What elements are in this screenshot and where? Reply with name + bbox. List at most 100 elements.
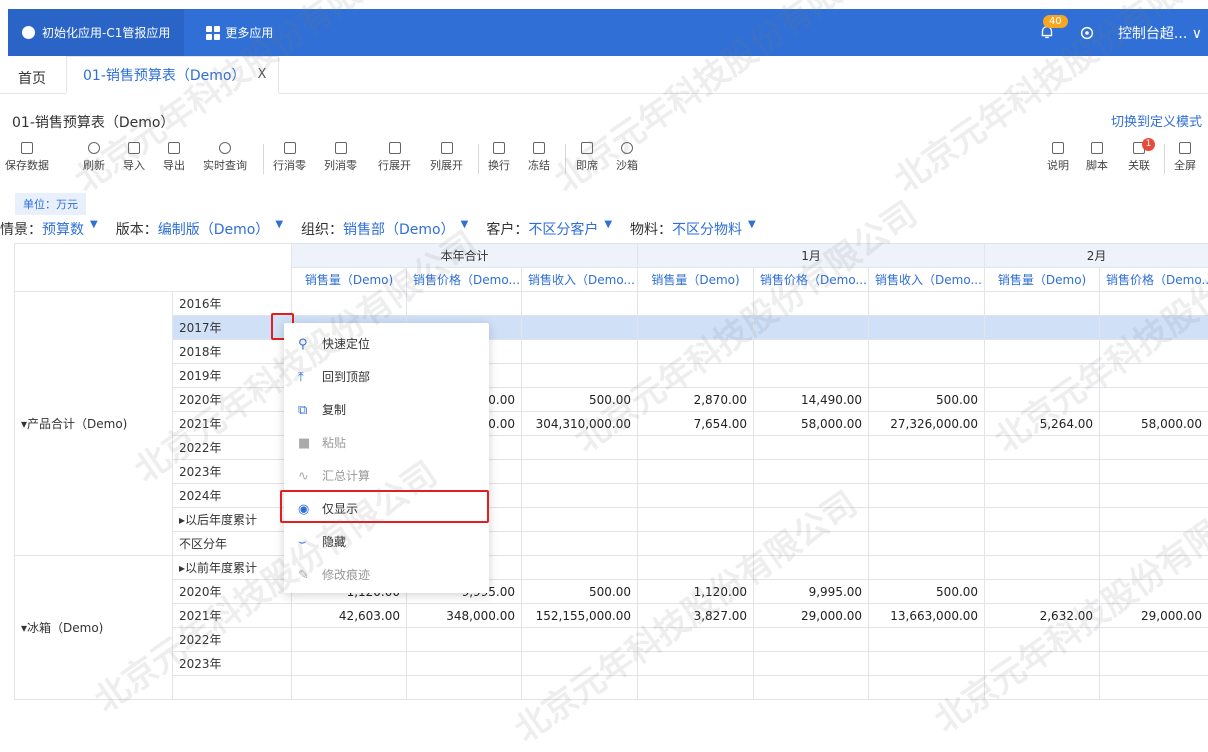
data-cell[interactable] bbox=[522, 676, 638, 700]
filter-customer-value[interactable]: 不区分客户 bbox=[528, 219, 598, 239]
data-cell[interactable] bbox=[1100, 580, 1208, 604]
data-cell[interactable] bbox=[638, 676, 754, 700]
data-cell[interactable] bbox=[407, 292, 522, 316]
data-cell[interactable] bbox=[869, 676, 985, 700]
data-cell[interactable] bbox=[522, 292, 638, 316]
data-cell[interactable]: 3,827.00 bbox=[638, 604, 754, 628]
dropdown-caret-icon[interactable]: ▼ bbox=[90, 219, 98, 239]
data-cell[interactable]: 58,000.00 bbox=[754, 412, 869, 436]
data-cell[interactable]: 13,663,000.00 bbox=[869, 604, 985, 628]
data-cell[interactable] bbox=[985, 652, 1100, 676]
data-cell[interactable] bbox=[1100, 292, 1208, 316]
data-cell[interactable]: 2,632.00 bbox=[985, 604, 1100, 628]
data-cell[interactable] bbox=[869, 436, 985, 460]
data-cell[interactable] bbox=[985, 676, 1100, 700]
data-cell[interactable] bbox=[638, 652, 754, 676]
data-cell[interactable] bbox=[292, 676, 407, 700]
data-cell[interactable] bbox=[754, 484, 869, 508]
data-cell[interactable] bbox=[985, 460, 1100, 484]
measure-header[interactable]: 销售价格（Demo... bbox=[407, 268, 522, 292]
dropdown-caret-icon[interactable]: ▼ bbox=[275, 219, 283, 239]
table-row[interactable]: 2017年 bbox=[15, 316, 1208, 340]
notification-button[interactable]: 40 bbox=[1038, 23, 1058, 43]
row-expand-button[interactable]: 行展开 bbox=[378, 142, 411, 173]
table-row[interactable]: ▾冰箱（Demo)▸以前年度累计 bbox=[15, 556, 1208, 580]
filter-scenario-value[interactable]: 预算数 bbox=[42, 219, 84, 239]
app-tab[interactable]: 初始化应用-C1管报应用 bbox=[8, 9, 184, 56]
data-cell[interactable] bbox=[638, 532, 754, 556]
data-cell[interactable] bbox=[754, 628, 869, 652]
data-cell[interactable] bbox=[985, 292, 1100, 316]
data-cell[interactable] bbox=[1100, 364, 1208, 388]
data-cell[interactable] bbox=[638, 364, 754, 388]
year-cell[interactable] bbox=[173, 676, 292, 700]
year-cell[interactable]: 2018年 bbox=[173, 340, 292, 364]
table-row[interactable]: 2021年42,603.00348,000.00152,155,000.003,… bbox=[15, 604, 1208, 628]
year-cell[interactable]: ▸以前年度累计 bbox=[173, 556, 292, 580]
data-cell[interactable] bbox=[292, 652, 407, 676]
measure-header[interactable]: 销售价格（Demo... bbox=[1100, 268, 1208, 292]
year-cell[interactable]: ▸以后年度累计 bbox=[173, 508, 292, 532]
table-row[interactable]: 2020年1,120.009,995.00500.001,120.009,995… bbox=[15, 580, 1208, 604]
data-cell[interactable] bbox=[985, 532, 1100, 556]
data-cell[interactable] bbox=[985, 508, 1100, 532]
data-cell[interactable]: 29,000.00 bbox=[1100, 604, 1208, 628]
data-cell[interactable]: 58,000.00 bbox=[1100, 412, 1208, 436]
data-cell[interactable] bbox=[754, 316, 869, 340]
tab-sales-budget[interactable]: 01-销售预算表（Demo） X bbox=[66, 56, 279, 94]
data-cell[interactable] bbox=[1100, 508, 1208, 532]
measure-header[interactable]: 销售量（Demo) bbox=[985, 268, 1100, 292]
data-cell[interactable] bbox=[985, 580, 1100, 604]
data-cell[interactable] bbox=[985, 316, 1100, 340]
col-expand-button[interactable]: 列展开 bbox=[430, 142, 463, 173]
table-row[interactable]: 2024年 bbox=[15, 484, 1208, 508]
data-cell[interactable] bbox=[985, 556, 1100, 580]
data-cell[interactable] bbox=[869, 652, 985, 676]
relate-button[interactable]: 1关联 bbox=[1128, 142, 1150, 173]
data-cell[interactable] bbox=[869, 460, 985, 484]
filter-material-value[interactable]: 不区分物料 bbox=[672, 219, 742, 239]
menu-item-edit-trace[interactable]: ✎修改痕迹 bbox=[284, 558, 489, 591]
year-cell[interactable]: 2016年 bbox=[173, 292, 292, 316]
data-cell[interactable] bbox=[869, 316, 985, 340]
data-cell[interactable] bbox=[754, 508, 869, 532]
dropdown-caret-icon[interactable]: ▼ bbox=[748, 219, 756, 239]
data-cell[interactable] bbox=[869, 556, 985, 580]
data-cell[interactable]: 500.00 bbox=[869, 388, 985, 412]
table-row[interactable] bbox=[15, 676, 1208, 700]
wrap-button[interactable]: 换行 bbox=[488, 142, 510, 173]
refresh-button[interactable]: 刷新 bbox=[83, 142, 105, 173]
data-cell[interactable] bbox=[985, 340, 1100, 364]
data-cell[interactable] bbox=[522, 436, 638, 460]
data-cell[interactable]: 42,603.00 bbox=[292, 604, 407, 628]
data-cell[interactable]: 1,120.00 bbox=[638, 580, 754, 604]
switch-define-mode-link[interactable]: 切换到定义模式 bbox=[1111, 111, 1202, 130]
data-cell[interactable]: 14,490.00 bbox=[754, 388, 869, 412]
data-cell[interactable] bbox=[522, 556, 638, 580]
data-cell[interactable] bbox=[638, 508, 754, 532]
data-cell[interactable] bbox=[1100, 316, 1208, 340]
data-cell[interactable] bbox=[1100, 484, 1208, 508]
data-cell[interactable] bbox=[754, 340, 869, 364]
data-cell[interactable] bbox=[638, 292, 754, 316]
data-cell[interactable] bbox=[1100, 556, 1208, 580]
table-row[interactable]: 2021年),00.00304,310,000.007,654.0058,000… bbox=[15, 412, 1208, 436]
data-cell[interactable] bbox=[754, 364, 869, 388]
data-cell[interactable]: 5,264.00 bbox=[985, 412, 1100, 436]
row-group-label[interactable]: ▾产品合计（Demo) bbox=[15, 292, 173, 556]
data-cell[interactable] bbox=[522, 364, 638, 388]
menu-item-hide[interactable]: ⌣隐藏 bbox=[284, 525, 489, 558]
gear-icon[interactable] bbox=[1078, 24, 1096, 42]
table-row[interactable]: 2023年 bbox=[15, 460, 1208, 484]
measure-header[interactable]: 销售价格（Demo... bbox=[754, 268, 869, 292]
data-cell[interactable] bbox=[522, 484, 638, 508]
measure-header[interactable]: 销售收入（Demo... bbox=[522, 268, 638, 292]
row-group-label[interactable]: ▾冰箱（Demo) bbox=[15, 556, 173, 700]
sandbox-button[interactable]: 沙箱 bbox=[616, 142, 638, 173]
data-cell[interactable] bbox=[522, 532, 638, 556]
data-cell[interactable] bbox=[869, 292, 985, 316]
data-cell[interactable] bbox=[754, 460, 869, 484]
description-button[interactable]: 说明 bbox=[1047, 142, 1069, 173]
tab-home[interactable]: 首页 bbox=[18, 68, 46, 88]
data-cell[interactable] bbox=[1100, 340, 1208, 364]
